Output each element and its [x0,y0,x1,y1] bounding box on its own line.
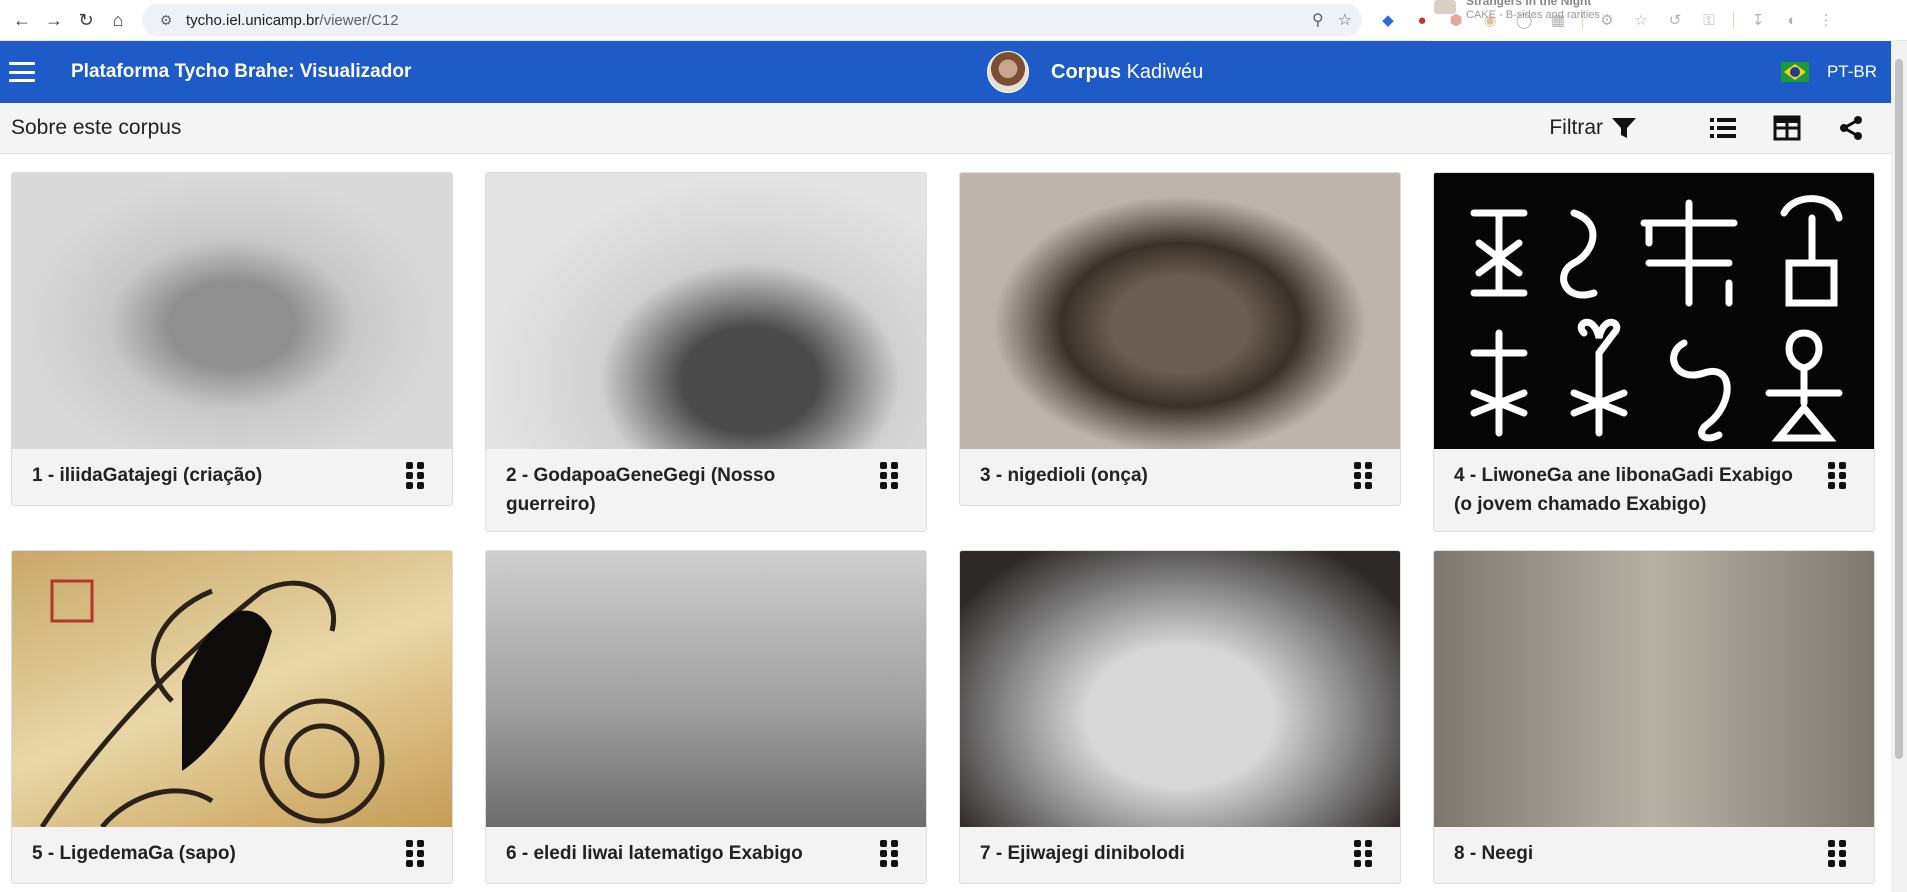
card-image[interactable] [486,551,926,827]
app-header: Plataforma Tycho Brahe: Visualizador Cor… [0,41,1907,103]
text-card[interactable]: 6 - eledi liwai latematigo Exabigo [485,550,927,884]
text-card[interactable]: 2 - GodapoaGeneGegi (Nosso guerreiro) [485,172,927,532]
card-image[interactable] [486,173,926,449]
site-info-icon[interactable]: ⚙ [152,6,180,34]
card-image[interactable] [1434,173,1874,449]
corpus-heading: Corpus Kadiwéu [987,41,1203,103]
brazil-flag-icon[interactable] [1780,62,1809,82]
card-image[interactable] [960,173,1400,449]
reload-icon[interactable]: ↻ [70,4,102,36]
text-card[interactable]: 8 - Neegi [1433,550,1875,884]
text-card[interactable]: 4 - LiwoneGa ane libonaGadi Exabigo (o j… [1433,172,1875,532]
media-subtitle: CAKE - B-sides and rarities [1466,9,1600,21]
hamburger-menu-icon[interactable] [9,62,35,82]
card-title[interactable]: 5 - LigedemaGa (sapo) [32,839,382,868]
list-view-icon[interactable] [1709,114,1737,142]
corpus-avatar [987,51,1029,93]
drag-handle-icon[interactable] [1354,462,1372,490]
card-image[interactable] [1434,551,1874,827]
text-card[interactable]: 3 - nigedioli (onça) [959,172,1401,506]
card-title[interactable]: 2 - GodapoaGeneGegi (Nosso guerreiro) [506,461,856,519]
drag-handle-icon[interactable] [406,840,424,868]
drag-handle-icon[interactable] [1828,462,1846,490]
drag-handle-icon[interactable] [1354,840,1372,868]
album-art [1434,0,1456,14]
drag-handle-icon[interactable] [406,462,424,490]
kadiweu-pattern-icon [1470,195,1843,442]
scrollbar-thumb[interactable] [1895,59,1903,759]
language-switcher[interactable]: PT-BR [1780,41,1877,103]
filter-button[interactable]: Filtrar [1549,116,1637,140]
text-card[interactable]: 1 - iliidaGatajegi (criação) [11,172,453,506]
app-title[interactable]: Plataforma Tycho Brahe: Visualizador [71,61,411,83]
language-code[interactable]: PT-BR [1827,62,1877,82]
filter-icon [1612,118,1636,138]
grid-view-icon[interactable] [1773,114,1801,142]
drag-handle-icon[interactable] [880,462,898,490]
forward-icon[interactable]: → [38,4,70,36]
corpus-name: Kadiwéu [1126,60,1204,83]
media-notification[interactable]: Strangers in the Night CAKE - B-sides an… [1426,0,1896,42]
drag-handle-icon[interactable] [880,840,898,868]
card-image[interactable] [960,551,1400,827]
card-title[interactable]: 8 - Neegi [1454,839,1804,868]
frog-pattern-illustration [39,579,385,827]
card-title[interactable]: 6 - eledi liwai latematigo Exabigo [506,839,856,868]
zoom-icon[interactable]: ⚲ [1312,10,1324,30]
corpus-label: Corpus Kadiwéu [1051,61,1203,84]
card-title[interactable]: 1 - iliidaGatajegi (criação) [32,461,382,490]
corpus-toolbar: Sobre este corpus Filtrar [0,103,1907,154]
card-image[interactable] [12,173,452,449]
extension-icon[interactable]: ◆ [1374,6,1402,34]
browser-toolbar: ← → ↻ ⌂ ⚙ tycho.iel.unicamp.br/viewer/C1… [0,0,1907,42]
card-image[interactable] [12,551,452,827]
url-text[interactable]: tycho.iel.unicamp.br/viewer/C12 [186,12,399,29]
home-icon[interactable]: ⌂ [102,4,134,36]
url-host: tycho.iel.unicamp.br [186,11,320,29]
bookmark-star-icon[interactable]: ☆ [1338,10,1352,30]
drag-handle-icon[interactable] [1828,840,1846,868]
filter-label: Filtrar [1549,116,1603,139]
card-title[interactable]: 3 - nigedioli (onça) [980,461,1330,490]
about-corpus-link[interactable]: Sobre este corpus [11,116,181,140]
corpus-word: Corpus [1051,60,1121,83]
card-title[interactable]: 4 - LiwoneGa ane libonaGadi Exabigo (o j… [1454,461,1804,519]
card-title[interactable]: 7 - Ejiwajegi dinibolodi [980,839,1330,868]
media-title: Strangers in the Night [1466,0,1592,8]
share-icon[interactable] [1837,114,1865,142]
back-icon[interactable]: ← [6,4,38,36]
address-bar[interactable]: ⚙ tycho.iel.unicamp.br/viewer/C12 ⚲ ☆ [142,4,1362,36]
page-scrollbar[interactable] [1891,41,1907,892]
url-path: /viewer/C12 [319,11,399,29]
text-card[interactable]: 5 - LigedemaGa (sapo) [11,550,453,884]
text-card[interactable]: 7 - Ejiwajegi dinibolodi [959,550,1401,884]
